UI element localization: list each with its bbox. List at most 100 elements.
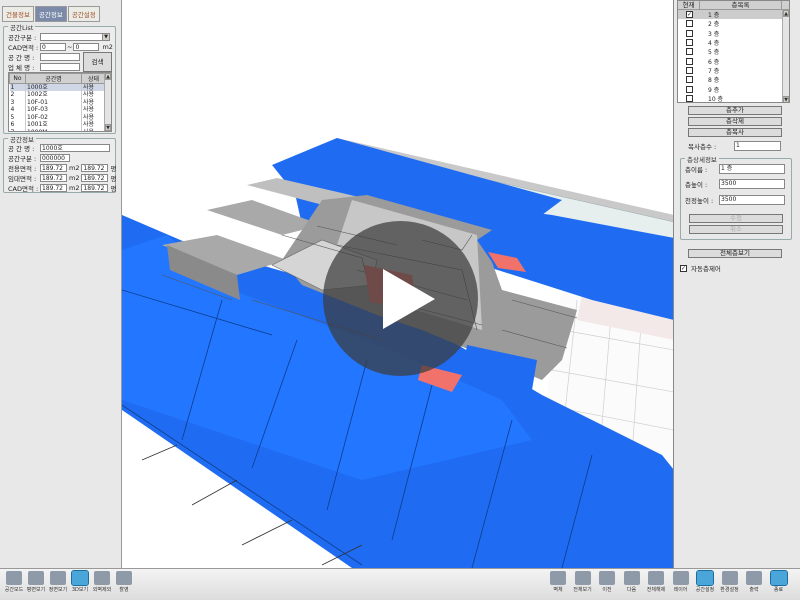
floor-checkbox[interactable]: ✓: [686, 11, 693, 19]
apply-detail-button[interactable]: 수정: [689, 214, 783, 223]
floor-checkbox[interactable]: [686, 66, 693, 74]
auto-floor-checkbox[interactable]: ✓: [680, 264, 687, 272]
exclusive-area-label: 전용면적 :: [8, 164, 37, 173]
floor-list-item[interactable]: ✓ 1 층: [678, 10, 789, 20]
scroll-down-icon[interactable]: ▼: [105, 124, 111, 131]
table-row[interactable]: 6 1001호 사용: [9, 121, 106, 129]
floor-list-item[interactable]: 4 층: [678, 38, 789, 47]
col-space-name[interactable]: 공간명: [25, 73, 82, 84]
floor-list-item[interactable]: 5 층: [678, 47, 789, 56]
layer-tool[interactable]: 레이어: [671, 571, 691, 593]
tool-label: 공간모드: [4, 587, 24, 593]
search-button[interactable]: 검색: [83, 52, 112, 72]
scroll-up-icon[interactable]: ▲: [105, 73, 111, 80]
floor-checkbox[interactable]: [686, 39, 693, 47]
col-floor-list[interactable]: 층목록: [700, 1, 782, 9]
camera-tool[interactable]: 촬영: [114, 571, 134, 593]
lease-area-pyeong[interactable]: 189.72: [81, 173, 109, 182]
floor-checkbox[interactable]: [686, 76, 693, 84]
floor-list-item[interactable]: 10 층: [678, 94, 789, 102]
exclusive-area-m2[interactable]: 189.72: [40, 163, 67, 172]
undo-tool[interactable]: 이전: [597, 571, 617, 593]
space-settings-tool[interactable]: 공간설정: [695, 570, 715, 593]
floor-label: 9 층: [708, 86, 720, 94]
col-current[interactable]: 현재: [678, 1, 700, 9]
table-row[interactable]: 4 10F-03 사용: [9, 106, 106, 114]
print-tool[interactable]: 출력: [744, 571, 764, 593]
tab-building-info[interactable]: 건물정보: [2, 6, 34, 22]
floor-list-item[interactable]: 7 층: [678, 66, 789, 75]
table-row[interactable]: 2 1002호 사용: [9, 91, 106, 99]
front-view-tool[interactable]: 정면보기: [48, 571, 68, 593]
table-row[interactable]: 5 10F-02 사용: [9, 113, 106, 121]
col-no[interactable]: No: [9, 73, 26, 84]
info-name-field[interactable]: 1000호: [40, 143, 110, 152]
copy-floor-button[interactable]: 층복사: [688, 128, 782, 137]
floor-checkbox[interactable]: [686, 29, 693, 37]
info-type-field[interactable]: 000000: [40, 153, 70, 162]
fit-view-tool[interactable]: 전체보기: [573, 571, 593, 593]
floor-checkbox[interactable]: [686, 85, 693, 93]
row-status: 사용: [81, 83, 106, 91]
right-panel: 현재 층목록 ✓ 1 층2 층3 층4 층5 층6 층7 층8 층9 층 10 층 …: [674, 0, 800, 568]
row-status: 사용: [81, 98, 106, 106]
cad-info-pyeong[interactable]: 189.72: [81, 183, 109, 192]
company-input[interactable]: [40, 62, 80, 71]
table-row[interactable]: 71000M사용: [9, 128, 106, 131]
delete-floor-button[interactable]: 층삭제: [688, 117, 782, 126]
copy-count-input[interactable]: 1: [734, 141, 781, 151]
info-type-label: 공간구분 :: [8, 154, 37, 163]
cancel-detail-button[interactable]: 취소: [689, 225, 783, 234]
cad-area-unit: m2: [102, 42, 113, 51]
deselect-tool[interactable]: 전체해제: [646, 571, 666, 593]
floor-checkbox[interactable]: [686, 57, 693, 65]
redo-icon: [623, 571, 640, 585]
scroll-down-icon[interactable]: ▼: [783, 96, 789, 102]
3d-viewport[interactable]: [122, 0, 674, 568]
floor-detail-group: 층상세정보 층이름 : 1 층 층높이 : 3500 천정높이 : 3500 수…: [680, 154, 792, 240]
settings-tool[interactable]: 환경설정: [720, 571, 740, 593]
cad-area-to-input[interactable]: 0: [73, 42, 100, 51]
floor-list-item[interactable]: 3 층: [678, 29, 789, 38]
floor-checkbox[interactable]: [686, 20, 693, 28]
space-type-select[interactable]: ▼: [40, 32, 110, 41]
space-mode-tool[interactable]: 공간모드: [4, 571, 24, 593]
play-button[interactable]: [323, 221, 478, 376]
row-space-name: 10F-02: [25, 113, 82, 121]
ceiling-height-input[interactable]: 3500: [719, 195, 785, 205]
exterior-wall-tool[interactable]: 외벽제외: [92, 571, 112, 593]
tool-label: 벽체: [553, 587, 563, 593]
row-status: 사용: [81, 128, 106, 131]
table-row[interactable]: 1 1000호 사용: [9, 83, 106, 91]
floor-checkbox[interactable]: [686, 94, 693, 102]
cad-area-from-input[interactable]: 0: [40, 42, 66, 51]
floor-list-item[interactable]: 2 층: [678, 19, 789, 28]
tab-space-info[interactable]: 공간정보: [34, 6, 67, 22]
exit-tool[interactable]: 종료: [769, 570, 789, 593]
wall-tool[interactable]: 벽체: [548, 571, 568, 593]
redo-tool[interactable]: 다음: [622, 571, 642, 593]
floor-list-item[interactable]: 8 층: [678, 75, 789, 84]
floor-list-scrollbar[interactable]: ▲ ▼: [782, 10, 789, 102]
lease-area-m2[interactable]: 189.72: [40, 173, 67, 182]
floor-checkbox[interactable]: [686, 48, 693, 56]
space-list-scrollbar[interactable]: ▲ ▼: [104, 73, 111, 131]
space-name-input[interactable]: [40, 52, 80, 61]
cad-info-m2[interactable]: 189.72: [40, 183, 67, 192]
exclusive-area-pyeong[interactable]: 189.72: [81, 163, 109, 172]
col-status[interactable]: 상태: [81, 73, 106, 84]
info-name-label: 공 간 명 :: [8, 144, 35, 153]
scroll-up-icon[interactable]: ▲: [783, 10, 789, 17]
plan-view-tool[interactable]: 평면보기: [26, 571, 46, 593]
floor-list-item[interactable]: 9 층: [678, 84, 789, 94]
floor-list-item[interactable]: 6 층: [678, 56, 789, 66]
floor-list: 현재 층목록 ✓ 1 층2 층3 층4 층5 층6 층7 층8 층9 층 10 층 …: [677, 0, 790, 103]
table-row[interactable]: 3 10F-01 사용: [9, 98, 106, 106]
floor-height-input[interactable]: 3500: [719, 179, 785, 189]
tab-space-settings[interactable]: 공간설정: [67, 6, 100, 22]
floor-name-input[interactable]: 1 층: [719, 164, 785, 174]
auto-floor-control[interactable]: ✓ 자동층제어: [680, 263, 721, 273]
3d-view-tool[interactable]: 3D보기: [70, 570, 90, 593]
add-floor-button[interactable]: 층추가: [688, 106, 782, 115]
view-all-floors-button[interactable]: 전체층보기: [688, 249, 782, 258]
